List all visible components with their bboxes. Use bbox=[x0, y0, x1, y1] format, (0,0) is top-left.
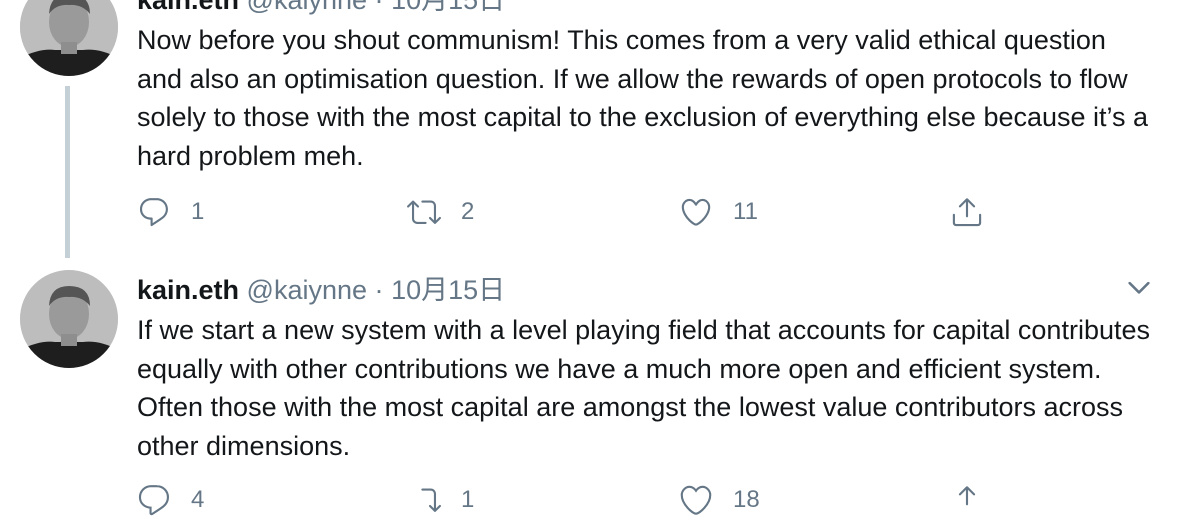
retweet-count: 1 bbox=[461, 486, 475, 513]
tweet-actions: 1 2 11 bbox=[137, 192, 1037, 232]
user-handle[interactable]: @kaiynne bbox=[247, 0, 367, 15]
share-icon bbox=[952, 198, 982, 227]
tweet-header: kain.eth @kaiynne · 10月15日 bbox=[137, 0, 505, 17]
heart-icon bbox=[681, 198, 711, 226]
retweet-icon bbox=[421, 488, 441, 512]
tweet-text: If we start a new system with a level pl… bbox=[137, 315, 1150, 461]
tweet-header: kain.eth @kaiynne · 10月15日 bbox=[137, 273, 505, 307]
thread-connector-line bbox=[65, 86, 70, 258]
display-name[interactable]: kain.eth bbox=[137, 275, 239, 305]
share-icon bbox=[958, 486, 976, 506]
like-button[interactable]: 18 bbox=[679, 480, 760, 520]
separator: · bbox=[374, 0, 384, 15]
reply-count: 1 bbox=[191, 198, 205, 225]
tweet-date[interactable]: 10月15日 bbox=[391, 275, 505, 305]
display-name[interactable]: kain.eth bbox=[137, 0, 239, 15]
avatar[interactable] bbox=[20, 270, 118, 368]
separator: · bbox=[374, 275, 384, 305]
retweet-button[interactable]: 1 bbox=[407, 480, 474, 520]
heart-icon bbox=[680, 485, 712, 515]
share-button[interactable] bbox=[950, 192, 1004, 232]
user-handle[interactable]: @kaiynne bbox=[247, 275, 367, 305]
reply-count: 4 bbox=[191, 486, 205, 513]
like-button[interactable]: 11 bbox=[679, 192, 758, 232]
reply-icon bbox=[139, 198, 168, 227]
tweet-text: Now before you shout communism! This com… bbox=[137, 25, 1149, 171]
chevron-down-icon[interactable] bbox=[1124, 272, 1154, 302]
retweet-count: 2 bbox=[461, 198, 475, 225]
share-button[interactable] bbox=[950, 480, 1004, 520]
retweet-button[interactable]: 2 bbox=[407, 192, 474, 232]
reply-button[interactable]: 1 bbox=[137, 192, 204, 232]
reply-icon bbox=[138, 485, 170, 516]
retweet-icon bbox=[407, 200, 441, 224]
reply-button[interactable]: 4 bbox=[137, 480, 204, 520]
like-count: 18 bbox=[733, 486, 760, 513]
tweet-date[interactable]: 10月15日 bbox=[391, 0, 505, 15]
tweet-actions: 4 1 18 bbox=[137, 480, 1037, 520]
like-count: 11 bbox=[733, 198, 758, 225]
avatar[interactable] bbox=[20, 0, 118, 76]
